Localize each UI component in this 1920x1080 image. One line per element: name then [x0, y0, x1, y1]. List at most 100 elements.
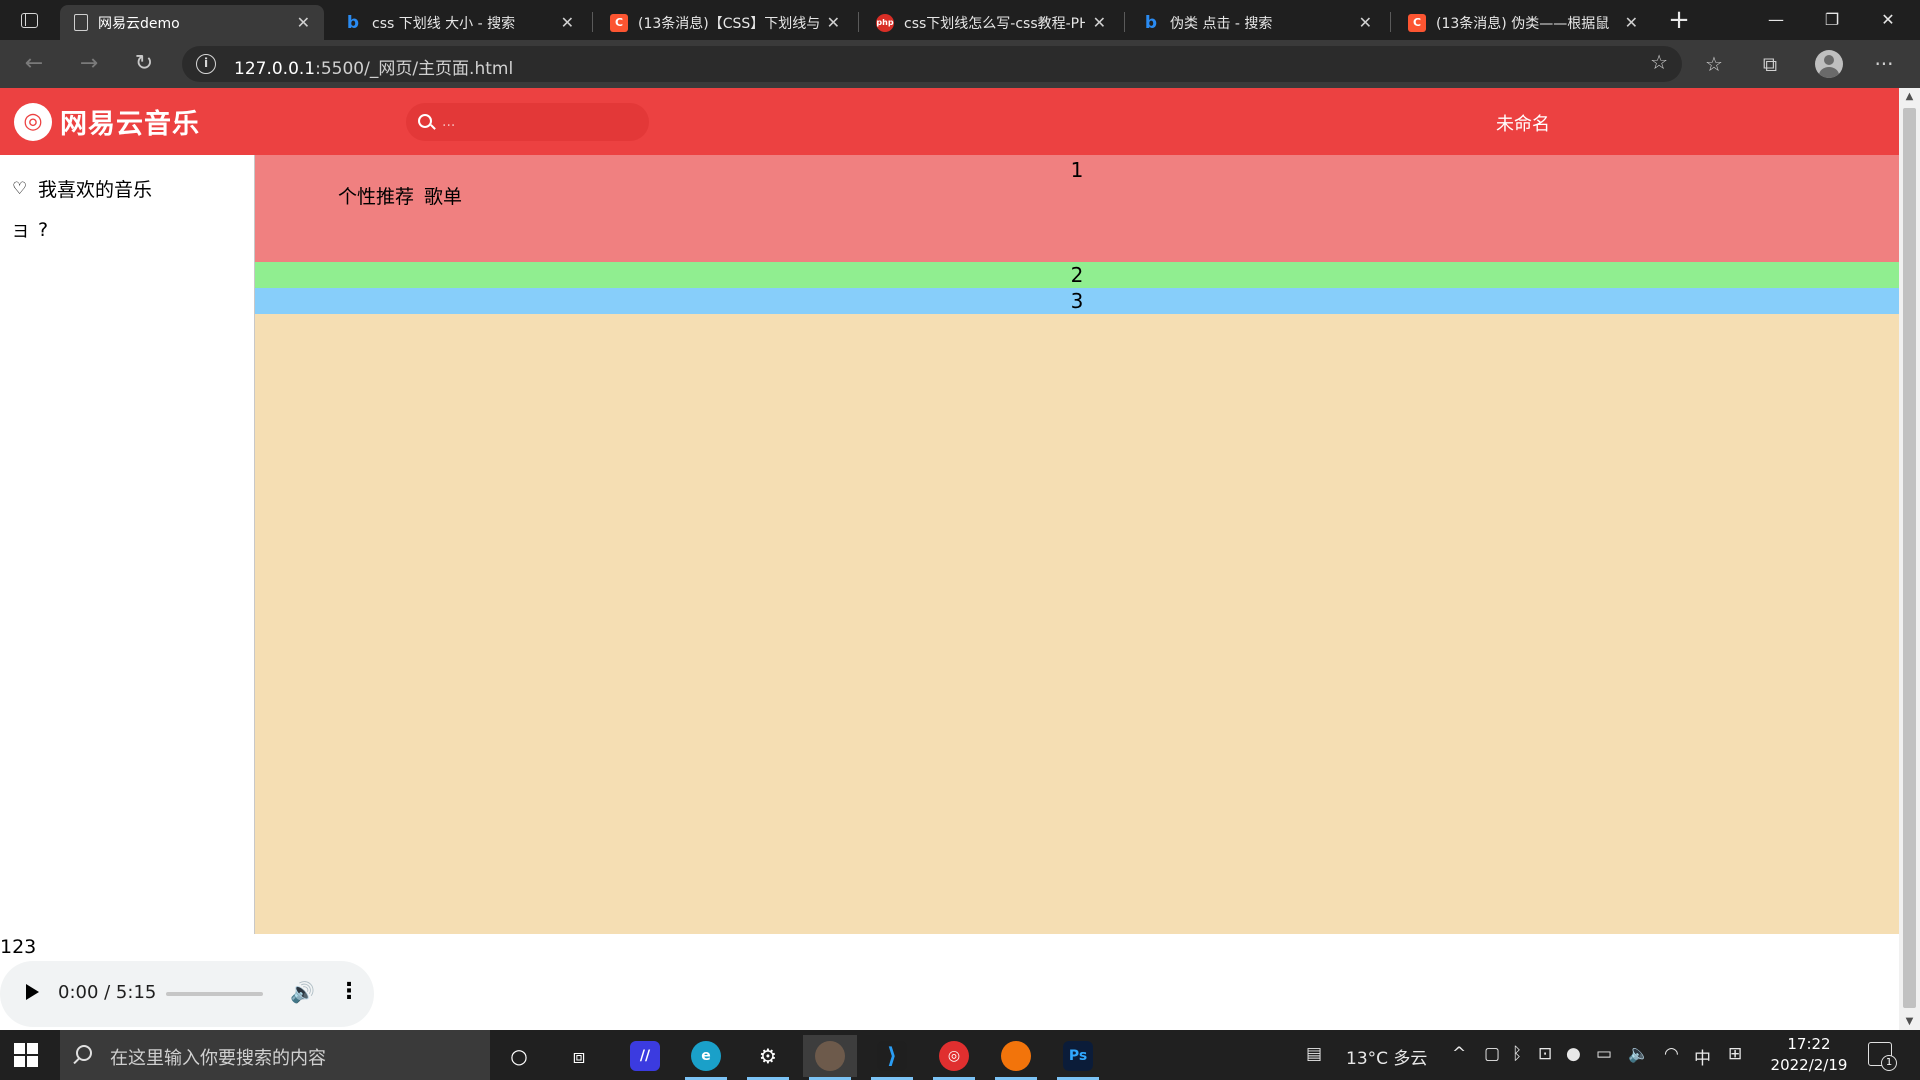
scroll-thumb[interactable] [1903, 108, 1916, 1008]
tray-expand-icon[interactable]: ^ [1452, 1044, 1466, 1064]
address-bar[interactable]: i 127.0.0.1:5500/_网页/主页面.html ☆ [182, 46, 1682, 82]
notification-count: 1 [1881, 1055, 1897, 1071]
page-viewport: ◎ 网易云音乐 未命名 ♡ 我喜欢的音乐 ヨ ? 1 个性推荐 歌单 2 3 1… [0, 88, 1920, 1030]
taskbar-search-placeholder: 在这里输入你要搜索的内容 [110, 1048, 326, 1069]
netease-music-taskbar-icon[interactable]: ◎ [927, 1035, 981, 1080]
bing-icon: b [346, 12, 360, 33]
playlist-icon: ヨ [12, 222, 29, 242]
close-tab-icon[interactable]: ✕ [1625, 13, 1638, 32]
cortana-icon[interactable]: ○ [492, 1035, 546, 1077]
page-icon [74, 14, 88, 31]
audio-time: 0:00 / 5:15 [58, 982, 157, 1003]
page-scrollbar[interactable]: ▲ ▼ [1899, 88, 1920, 1030]
ime-indicator[interactable]: 中 [1694, 1044, 1711, 1069]
vscode-icon[interactable]: ⟩ [865, 1035, 919, 1080]
task-view-icon[interactable]: ⧈ [552, 1035, 606, 1077]
url-host: 127.0.0.1 [234, 59, 316, 79]
scroll-up-icon[interactable]: ▲ [1899, 88, 1920, 105]
footer-text: 123 [0, 936, 37, 958]
block-1-number: 1 [1070, 158, 1084, 182]
news-widget-icon[interactable]: ▤ [1306, 1044, 1322, 1064]
tab-wangyiyun-demo[interactable]: 网易云demo ✕ [60, 5, 324, 40]
tab-actions-icon[interactable] [12, 8, 46, 32]
tab-playlist[interactable]: 歌单 [424, 182, 462, 209]
speaker-icon[interactable]: 🔈 [1628, 1044, 1649, 1064]
content-block-1: 1 个性推荐 歌单 [255, 155, 1899, 262]
tray-app-icon[interactable]: ▢ [1484, 1044, 1500, 1064]
tab-csdn-1[interactable]: C (13条消息)【CSS】下划线与 ✕ [596, 5, 854, 40]
close-tab-icon[interactable]: ✕ [297, 13, 310, 32]
content-block-3: 3 [255, 288, 1899, 314]
tab-bing-search-1[interactable]: b css 下划线 大小 - 搜索 ✕ [330, 5, 588, 40]
clock-date: 2022/2/19 [1770, 1056, 1848, 1074]
tab-php-cn[interactable]: php css下划线怎么写-css教程-PH ✕ [862, 5, 1120, 40]
site-info-icon[interactable]: i [196, 54, 216, 74]
refresh-icon[interactable]: ↻ [128, 48, 160, 80]
play-icon[interactable] [26, 984, 39, 1000]
search-icon [418, 114, 432, 128]
tab-personal-recommend[interactable]: 个性推荐 [338, 182, 414, 209]
close-tab-icon[interactable]: ✕ [827, 13, 840, 32]
tab-csdn-2[interactable]: C (13条消息) 伪类——根据鼠 ✕ [1394, 5, 1652, 40]
profile-avatar-icon[interactable] [1815, 50, 1843, 78]
firefox-icon[interactable] [989, 1035, 1043, 1080]
main-content: 1 个性推荐 歌单 2 3 [255, 155, 1899, 934]
close-tab-icon[interactable]: ✕ [1093, 13, 1106, 32]
new-tab-button[interactable]: + [1664, 4, 1694, 36]
battery-icon[interactable]: ▭ [1596, 1044, 1612, 1064]
volume-icon[interactable]: 🔊 [290, 980, 315, 1004]
more-options-icon[interactable]: ⋮ [338, 979, 360, 1004]
audio-progress-track[interactable] [166, 992, 263, 996]
search-input[interactable] [442, 111, 638, 133]
url-text: 127.0.0.1:5500/_网页/主页面.html [234, 54, 513, 79]
audio-player: 0:00 / 5:15 🔊 ⋮ [0, 961, 374, 1027]
photoshop-icon[interactable]: Ps [1051, 1035, 1105, 1080]
brand-name: 网易云音乐 [60, 109, 200, 140]
sidebar-item-label: 我喜欢的音乐 [38, 179, 153, 201]
user-name[interactable]: 未命名 [1496, 110, 1550, 136]
collections-icon[interactable]: ⧉ [1756, 50, 1784, 78]
windows-start-icon[interactable] [14, 1043, 38, 1067]
sidebar: ♡ 我喜欢的音乐 ヨ ? [0, 155, 255, 934]
sidebar-item-liked-music[interactable]: ♡ 我喜欢的音乐 [12, 175, 152, 202]
tab-title: css 下划线 大小 - 搜索 [372, 15, 516, 32]
bing-icon: b [1144, 12, 1158, 33]
search-box[interactable] [406, 103, 649, 141]
clock-time: 17:22 [1787, 1035, 1831, 1053]
close-tab-icon[interactable]: ✕ [561, 13, 574, 32]
heart-icon: ♡ [12, 178, 28, 199]
app-logo[interactable]: ◎ 网易云音乐 [14, 102, 200, 141]
netease-music-logo-icon: ◎ [14, 102, 52, 141]
add-favorite-icon[interactable]: ☆ [1650, 50, 1668, 74]
wifi-icon[interactable]: ◠ [1664, 1044, 1679, 1064]
scroll-down-icon[interactable]: ▼ [1899, 1013, 1920, 1030]
edge-browser-icon[interactable]: e [679, 1035, 733, 1080]
ime-mode-icon[interactable]: ⊞ [1728, 1044, 1742, 1064]
browser-tab-strip: 网易云demo ✕ b css 下划线 大小 - 搜索 ✕ C (13条消息)【… [0, 0, 1920, 40]
bluetooth-icon[interactable]: ᛒ [1512, 1044, 1522, 1064]
more-menu-icon[interactable]: ··· [1870, 50, 1898, 78]
taskbar-search-box[interactable]: 在这里输入你要搜索的内容 [60, 1030, 490, 1080]
weather-text[interactable]: 13°C 多云 [1346, 1044, 1427, 1069]
tab-bing-search-2[interactable]: b 伪类 点击 - 搜索 ✕ [1128, 5, 1386, 40]
close-tab-icon[interactable]: ✕ [1359, 13, 1372, 32]
tab-separator [592, 12, 593, 32]
close-window-icon[interactable]: ✕ [1860, 0, 1916, 40]
minimize-icon[interactable]: — [1748, 0, 1804, 40]
app-icon-blue[interactable]: // [618, 1035, 672, 1077]
tray-avatar-icon[interactable]: ● [1566, 1044, 1581, 1064]
sidebar-item-unknown[interactable]: ヨ ? [12, 217, 48, 243]
favorites-icon[interactable]: ☆ [1700, 50, 1728, 78]
app-icon-photo[interactable] [803, 1035, 857, 1080]
forward-arrow-icon[interactable]: → [73, 48, 105, 80]
php-icon: php [876, 13, 894, 32]
clock[interactable]: 17:22 2022/2/19 [1760, 1034, 1858, 1076]
windows-taskbar: 在这里输入你要搜索的内容 ○ ⧈ // e ⚙ ⟩ ◎ Ps ▤ 13°C 多云… [0, 1030, 1920, 1080]
tray-monitor-icon[interactable]: ⊡ [1538, 1044, 1552, 1064]
tab-title: 网易云demo [98, 15, 180, 32]
settings-gear-icon[interactable]: ⚙ [741, 1035, 795, 1080]
restore-icon[interactable]: ❐ [1804, 0, 1860, 40]
back-arrow-icon[interactable]: ← [18, 48, 50, 80]
browser-toolbar: ← → ↻ i 127.0.0.1:5500/_网页/主页面.html ☆ ☆ … [0, 40, 1920, 88]
notification-center-icon[interactable]: 1 [1868, 1042, 1897, 1071]
